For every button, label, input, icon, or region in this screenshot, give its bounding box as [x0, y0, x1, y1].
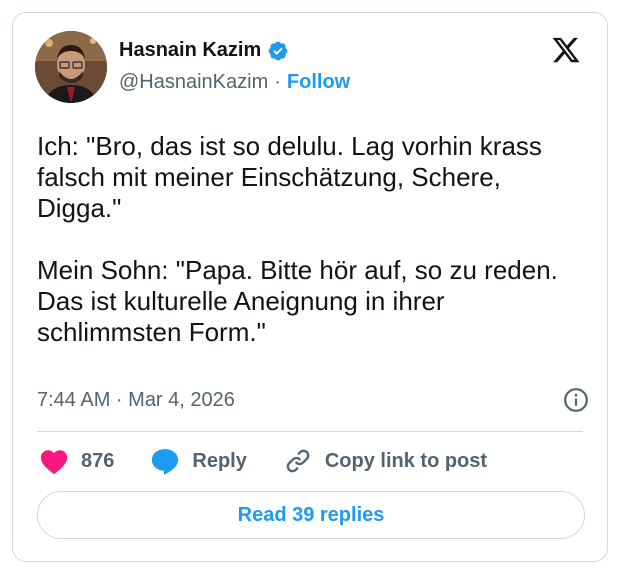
read-replies-button[interactable]: Read 39 replies — [37, 491, 585, 539]
link-icon — [286, 449, 310, 473]
info-icon[interactable] — [563, 387, 589, 413]
author-name-row: Hasnain Kazim — [119, 39, 289, 62]
author-handle[interactable]: @HasnainKazim — [119, 71, 268, 94]
handle-row: @HasnainKazim · Follow — [119, 71, 350, 94]
verified-badge-icon — [268, 41, 288, 60]
like-button[interactable]: 876 — [39, 447, 114, 475]
reply-bubble-icon — [152, 449, 179, 475]
reply-button[interactable]: Reply — [150, 447, 247, 475]
tweet-text: Ich: "Bro, das ist so delulu. Lag vorhin… — [37, 131, 558, 347]
separator: · — [274, 71, 281, 93]
tweet-card: Hasnain Kazim @HasnainKazim · Follow Ich… — [12, 12, 608, 562]
avatar[interactable] — [35, 31, 107, 103]
copy-link-label: Copy link to post — [324, 449, 488, 472]
avatar-image — [35, 31, 107, 103]
meta-row: 7:44 AM · Mar 4, 2026 — [37, 387, 589, 413]
timestamp[interactable]: 7:44 AM · Mar 4, 2026 — [37, 389, 235, 412]
heart-icon — [40, 450, 68, 475]
reply-label: Reply — [192, 449, 247, 472]
read-replies-label: Read 39 replies — [237, 503, 385, 526]
like-count: 876 — [81, 449, 115, 472]
follow-button[interactable]: Follow — [287, 71, 350, 94]
x-logo-icon[interactable] — [551, 35, 581, 65]
action-bar: 876 Reply Copy link to post — [39, 447, 523, 475]
author-name[interactable]: Hasnain Kazim — [119, 39, 261, 62]
copy-link-button[interactable]: Copy link to post — [283, 447, 487, 475]
divider — [37, 431, 583, 432]
